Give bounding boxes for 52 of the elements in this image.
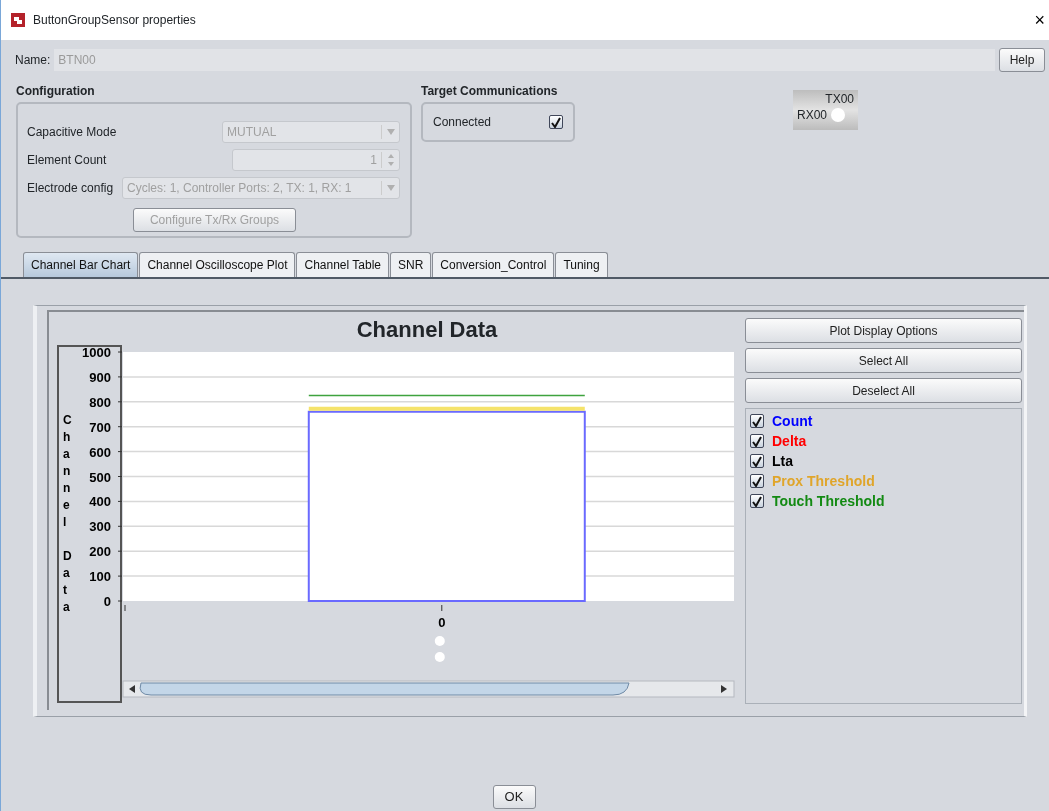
axis-tick-label: 400 xyxy=(89,494,111,510)
field-label: Element Count xyxy=(27,152,108,169)
app-icon xyxy=(11,13,25,27)
legend-label: Prox Threshold xyxy=(772,471,875,491)
dot-icon xyxy=(434,652,445,662)
chart-title: Channel Data xyxy=(355,316,499,344)
close-button[interactable]: × xyxy=(1034,11,1045,29)
status-dot-icon xyxy=(831,108,846,122)
axis-tick-label: 900 xyxy=(89,369,111,385)
axis-tick-label: 0 xyxy=(103,594,111,609)
tx-label: TX00 xyxy=(824,92,854,106)
legend-label: Lta xyxy=(772,451,793,471)
axis-tick-label: 500 xyxy=(89,469,111,485)
checkbox[interactable] xyxy=(750,474,764,488)
rx-label: RX00 xyxy=(797,107,828,124)
checkbox-label: Connected xyxy=(433,114,492,131)
field-label: Capacitive Mode xyxy=(27,124,118,141)
tab[interactable]: Tuning xyxy=(555,252,608,277)
axis-tick-label: 300 xyxy=(89,519,111,535)
tab[interactable]: Channel Bar Chart xyxy=(23,252,139,277)
axis-tick-label: 1000 xyxy=(82,345,111,360)
tab[interactable]: Conversion_Control xyxy=(432,252,555,277)
legend-label: Count xyxy=(772,411,813,431)
checkbox[interactable] xyxy=(750,434,764,448)
field-label: Electrode config xyxy=(27,180,115,197)
panel-button[interactable]: Plot Display Options xyxy=(745,318,1022,343)
axis-tick-label: 200 xyxy=(89,544,111,560)
checkbox[interactable] xyxy=(750,414,764,428)
axis-tick-label: 600 xyxy=(89,444,111,460)
tab[interactable]: SNR xyxy=(390,252,432,277)
dot-icon xyxy=(434,636,445,646)
group-title: Target Communications xyxy=(421,83,559,100)
legend-label: Delta xyxy=(772,431,807,451)
horizontal-scrollbar[interactable] xyxy=(122,680,735,698)
group-title: Configuration xyxy=(16,83,96,100)
ok-button[interactable]: OK xyxy=(492,785,536,809)
axis-tick-label: 0 xyxy=(438,615,446,630)
checkbox[interactable] xyxy=(549,115,563,129)
axis-tick-label: 100 xyxy=(89,569,111,585)
help-button[interactable]: Help xyxy=(999,48,1045,72)
window-title: ButtonGroupSensor properties xyxy=(33,12,197,29)
legend-label: Touch Threshold xyxy=(772,491,885,511)
tab[interactable]: Channel Table xyxy=(296,252,389,277)
axis-tick-label: 700 xyxy=(89,419,111,435)
name-label: Name: xyxy=(15,52,51,69)
checkbox[interactable] xyxy=(750,494,764,508)
panel-button[interactable]: Select All xyxy=(745,348,1022,373)
checkbox[interactable] xyxy=(750,454,764,468)
axis-title: Channel Data xyxy=(63,413,72,614)
panel-button[interactable]: Deselect All xyxy=(745,378,1022,403)
axis-tick-label: 800 xyxy=(89,394,111,410)
tab[interactable]: Channel Oscilloscope Plot xyxy=(139,252,296,277)
